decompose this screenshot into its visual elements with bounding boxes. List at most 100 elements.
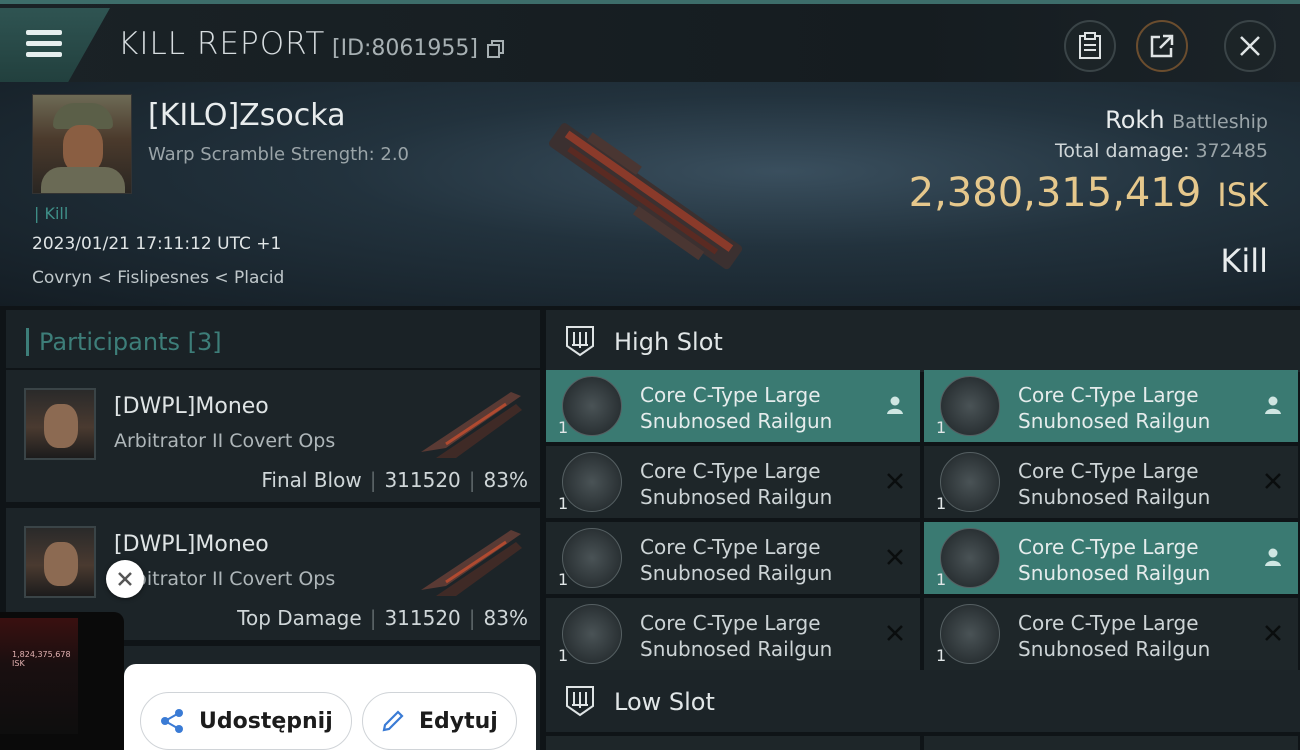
module-item[interactable]: 1 Core C-Type Large Snubnosed Railgun — [924, 446, 1298, 518]
railgun-icon — [940, 528, 1000, 588]
kill-report-header: KILL REPORT [ID:8061955] — [0, 0, 1300, 82]
module-item[interactable]: 1 Core C-Type Large Snubnosed Railgun — [546, 446, 920, 518]
participant-stats: Final Blow | 311520 | 83% — [261, 468, 528, 492]
module-item[interactable]: 1 Core C-Type Large Snubnosed Railgun — [546, 598, 920, 670]
railgun-icon — [940, 604, 1000, 664]
module-item[interactable]: 1 Core C-Type Large Snubnosed Railgun — [924, 598, 1298, 670]
isk-amount: 2,380,315,419 — [908, 170, 1202, 216]
victim-ship-image[interactable] — [525, 112, 765, 282]
module-name: Core C-Type Large Snubnosed Railgun — [1018, 610, 1258, 662]
module-name-line1: Core C-Type Large — [640, 611, 821, 635]
module-name-line1: Core C-Type Large — [1018, 459, 1199, 483]
module-item[interactable]: 1 Core C-Type Large Snubnosed Railgun — [546, 370, 920, 442]
participant-card[interactable]: [DWPL]Moneo Arbitrator II Covert Ops Fin… — [6, 370, 540, 502]
ship-name: Rokh Battleship — [1105, 106, 1268, 134]
screenshot-thumbnail[interactable]: 1,824,375,678 ISK — [0, 612, 124, 750]
participants-header: Participants [3] — [6, 310, 540, 368]
close-icon — [118, 572, 132, 586]
module-item[interactable]: 1 Core C-Type Large Snubnosed Railgun — [924, 370, 1298, 442]
module-name: Core C-Type Large Snubnosed Railgun — [1018, 458, 1258, 510]
clipboard-button[interactable] — [1064, 20, 1116, 72]
module-name-line1: Core C-Type Large — [640, 383, 821, 407]
edit-button[interactable]: Edytuj — [362, 692, 517, 750]
dismiss-screenshot-button[interactable] — [106, 560, 144, 598]
low-slot-header: Low Slot — [546, 670, 1300, 732]
module-qty: 1 — [558, 646, 569, 665]
participant-name: [DWPL]Moneo — [114, 394, 269, 419]
ship-class: Battleship — [1172, 111, 1268, 133]
copy-icon[interactable] — [487, 40, 505, 58]
external-link-icon — [1150, 34, 1174, 58]
participant-stats: Top Damage | 311520 | 83% — [237, 606, 528, 630]
damage-value: 372485 — [1195, 140, 1268, 162]
isk-value: 2,380,315,419 ISK — [909, 170, 1268, 216]
module-name-line2: Snubnosed Railgun — [1018, 409, 1211, 433]
menu-button[interactable] — [0, 8, 110, 82]
dropped-icon — [1265, 548, 1281, 566]
module-name-line2: Snubnosed Railgun — [640, 485, 833, 509]
destroyed-icon — [1265, 473, 1281, 489]
isk-unit: ISK — [1217, 176, 1268, 214]
participant-ship: Arbitrator II Covert Ops — [114, 568, 336, 590]
share-external-button[interactable] — [1136, 20, 1188, 72]
share-button[interactable]: Udostępnij — [140, 692, 352, 750]
pencil-icon — [382, 710, 404, 732]
victim-panel: [KILO]Zsocka Warp Scramble Strength: 2.0… — [0, 82, 1300, 306]
kill-tag-label: Kill — [44, 204, 69, 223]
participants-count: [3] — [187, 328, 222, 356]
module-name-line1: Core C-Type Large — [640, 459, 821, 483]
kill-location[interactable]: Covryn < Fislipesnes < Placid — [32, 268, 284, 288]
module-name: Core C-Type Large Snubnosed Railgun — [640, 610, 880, 662]
module-item[interactable] — [546, 736, 920, 750]
victim-avatar[interactable] — [32, 94, 132, 194]
high-slot-label: High Slot — [614, 328, 723, 356]
dropped-icon — [887, 396, 903, 414]
module-item[interactable]: 1 Core C-Type Large Snubnosed Railgun — [546, 522, 920, 594]
damage-label: Total damage: — [1055, 140, 1190, 162]
participants-title: Participants [3] — [26, 328, 222, 356]
victim-subtitle: Warp Scramble Strength: 2.0 — [148, 144, 410, 165]
participant-percent: 83% — [483, 606, 528, 630]
participant-avatar — [24, 388, 96, 460]
module-name-line2: Snubnosed Railgun — [1018, 561, 1211, 585]
module-item[interactable]: 1 Core C-Type Large Snubnosed Railgun — [924, 522, 1298, 594]
participant-percent: 83% — [483, 468, 528, 492]
participant-ship-image — [421, 392, 522, 458]
module-name: Core C-Type Large Snubnosed Railgun — [640, 458, 880, 510]
module-name-line2: Snubnosed Railgun — [1018, 485, 1211, 509]
module-qty: 1 — [936, 494, 947, 513]
close-report-button[interactable] — [1224, 20, 1276, 72]
screenshot-share-sheet: Udostępnij Edytuj — [124, 664, 536, 750]
railgun-icon — [940, 376, 1000, 436]
share-label: Udostępnij — [199, 708, 333, 734]
participant-role: Final Blow — [261, 468, 362, 492]
report-id: [ID:8061955] — [332, 36, 478, 61]
participant-role: Top Damage — [237, 606, 362, 630]
participant-name: [DWPL]Moneo — [114, 532, 269, 557]
participants-label: Participants — [39, 328, 180, 356]
module-name: Core C-Type Large Snubnosed Railgun — [1018, 534, 1258, 586]
hamburger-icon — [26, 30, 62, 58]
railgun-icon — [940, 452, 1000, 512]
module-name-line2: Snubnosed Railgun — [640, 637, 833, 661]
module-name-line1: Core C-Type Large — [1018, 535, 1199, 559]
participant-damage: 311520 — [384, 468, 461, 492]
module-qty: 1 — [936, 570, 947, 589]
railgun-icon — [562, 376, 622, 436]
destroyed-icon — [1265, 625, 1281, 641]
high-slot-header: High Slot — [546, 310, 1300, 372]
clipboard-icon — [1079, 32, 1101, 59]
module-item[interactable] — [924, 736, 1298, 750]
high-slot-icon — [566, 326, 594, 357]
module-name: Core C-Type Large Snubnosed Railgun — [1018, 382, 1258, 434]
total-damage: Total damage: 372485 — [1055, 140, 1268, 162]
module-qty: 1 — [558, 494, 569, 513]
low-slot-label: Low Slot — [614, 688, 715, 716]
ship-type: Rokh — [1105, 106, 1165, 134]
railgun-icon — [562, 452, 622, 512]
module-name-line2: Snubnosed Railgun — [640, 409, 833, 433]
module-name-line2: Snubnosed Railgun — [1018, 637, 1211, 661]
module-qty: 1 — [558, 418, 569, 437]
participant-avatar — [24, 526, 96, 598]
victim-name[interactable]: [KILO]Zsocka — [148, 98, 345, 133]
